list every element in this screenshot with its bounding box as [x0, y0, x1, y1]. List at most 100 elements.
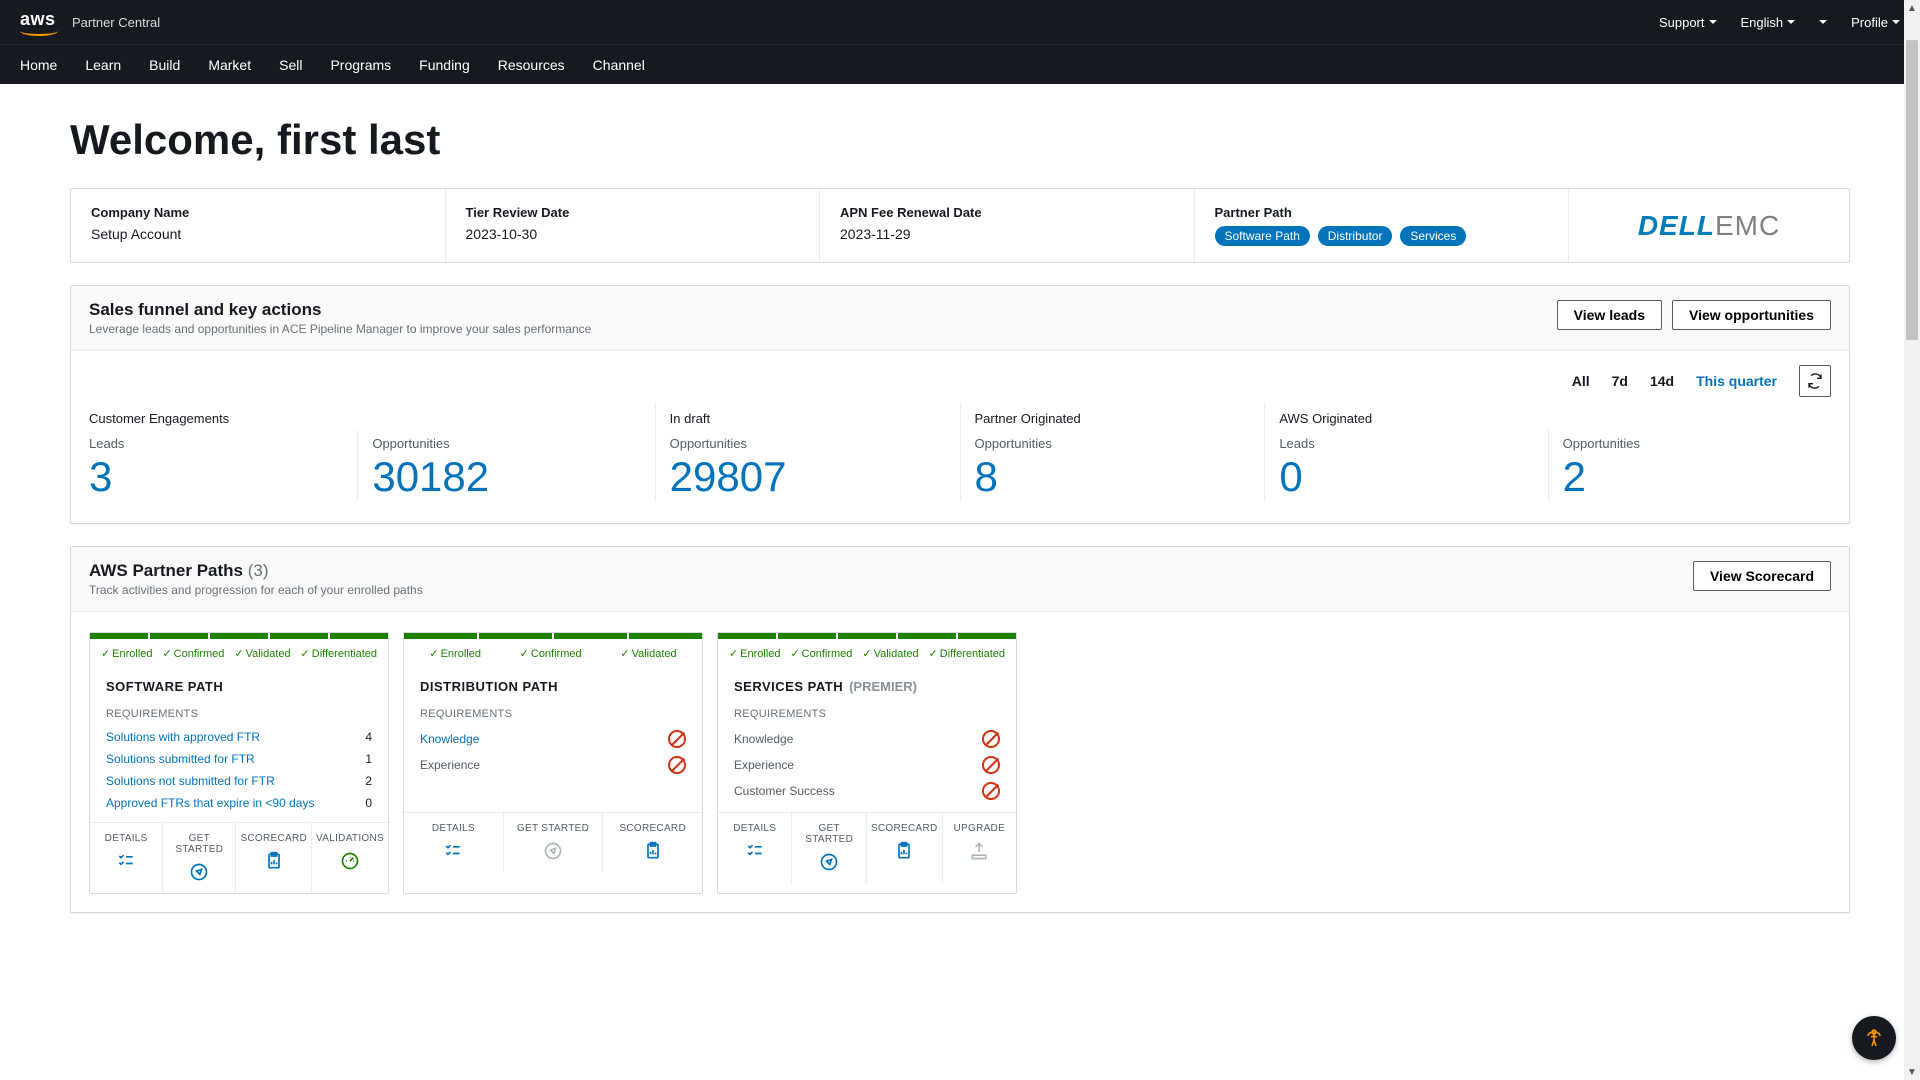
- scroll-up-arrow-icon[interactable]: ▲: [1904, 0, 1920, 16]
- pf-details[interactable]: DETAILS: [718, 813, 792, 883]
- req-row: Solutions not submitted for FTR2: [106, 770, 372, 792]
- nav-programs[interactable]: Programs: [330, 57, 391, 73]
- stat-customer-leads[interactable]: 3: [89, 453, 343, 501]
- badge-distributor[interactable]: Distributor: [1318, 226, 1393, 246]
- partner-company-logo: DELLEMC: [1638, 210, 1780, 242]
- stage-label: Validated: [246, 648, 291, 660]
- nav-home[interactable]: Home: [20, 57, 57, 73]
- support-menu[interactable]: Support: [1659, 15, 1717, 30]
- requirements-label: REQUIREMENTS: [90, 698, 388, 726]
- paths-title-text: AWS Partner Paths: [89, 561, 243, 580]
- req-row: Experience: [420, 752, 686, 778]
- check-icon: ✓: [234, 647, 243, 660]
- nav-resources[interactable]: Resources: [498, 57, 565, 73]
- check-icon: ✓: [101, 647, 110, 660]
- stage-label: Validated: [632, 648, 677, 660]
- clipboard-chart-icon: [894, 841, 914, 861]
- badge-services[interactable]: Services: [1400, 226, 1466, 246]
- aws-logo[interactable]: aws: [20, 9, 58, 36]
- req-row: Approved FTRs that expire in <90 days 0: [106, 792, 372, 814]
- pf-scorecard[interactable]: SCORECARD: [236, 823, 312, 893]
- progress-bar: [718, 633, 1016, 639]
- stat-partner-opps[interactable]: 8: [975, 453, 1237, 501]
- stat-customer-opps[interactable]: 30182: [372, 453, 626, 501]
- req-text: Experience: [734, 758, 794, 772]
- tier-review-label: Tier Review Date: [466, 205, 800, 220]
- stage-differentiated: ✓Differentiated: [301, 647, 377, 660]
- stage-validated: ✓Validated: [862, 647, 918, 660]
- emc-logo-text: EMC: [1715, 210, 1780, 241]
- funnel-subtitle: Leverage leads and opportunities in ACE …: [89, 322, 591, 336]
- nav-market[interactable]: Market: [208, 57, 251, 73]
- refresh-button[interactable]: [1799, 365, 1831, 397]
- req-row: Knowledge: [420, 726, 686, 752]
- stat-draft-opps[interactable]: 29807: [670, 453, 932, 501]
- badge-software-path[interactable]: Software Path: [1215, 226, 1310, 246]
- help-fab-button[interactable]: [1852, 1016, 1896, 1060]
- funnel-title: Sales funnel and key actions: [89, 300, 591, 320]
- tier-review-value: 2023-10-30: [466, 226, 800, 242]
- forbidden-icon: [668, 730, 686, 748]
- pf-get-started[interactable]: GET STARTED: [163, 823, 236, 893]
- req-link[interactable]: Approved FTRs that expire in <90 days: [106, 796, 314, 810]
- stage-label: Differentiated: [312, 648, 377, 660]
- path-card-distribution: ✓Enrolled ✓Confirmed ✓Validated DISTRIBU…: [403, 632, 703, 894]
- vertical-scrollbar[interactable]: ▲ ▼: [1904, 0, 1920, 1080]
- check-icon: ✓: [862, 647, 871, 660]
- nav-sell[interactable]: Sell: [279, 57, 302, 73]
- req-link[interactable]: Knowledge: [420, 732, 479, 746]
- stat-aws-opps[interactable]: 2: [1563, 453, 1817, 501]
- view-scorecard-button[interactable]: View Scorecard: [1693, 561, 1831, 591]
- fee-renewal-value: 2023-11-29: [840, 226, 1174, 242]
- pf-validations[interactable]: VALIDATIONS: [312, 823, 388, 893]
- stage-label: Confirmed: [531, 648, 582, 660]
- stage-validated: ✓Validated: [620, 647, 676, 660]
- partner-path-label: Partner Path: [1215, 205, 1549, 220]
- req-link[interactable]: Solutions with approved FTR: [106, 730, 260, 744]
- req-link[interactable]: Solutions not submitted for FTR: [106, 774, 275, 788]
- stage-label: Differentiated: [940, 648, 1005, 660]
- upload-icon: [969, 841, 989, 861]
- stage-validated: ✓Validated: [234, 647, 290, 660]
- stat-label-aws-opps: Opportunities: [1563, 436, 1817, 451]
- stage-label: Confirmed: [174, 648, 225, 660]
- nav-build[interactable]: Build: [149, 57, 180, 73]
- nav-learn[interactable]: Learn: [85, 57, 121, 73]
- nav-funding[interactable]: Funding: [419, 57, 470, 73]
- view-opportunities-button[interactable]: View opportunities: [1672, 300, 1831, 330]
- stat-aws-leads[interactable]: 0: [1279, 453, 1533, 501]
- req-value: 0: [365, 796, 372, 810]
- stat-label-leads: Leads: [89, 436, 343, 451]
- filter-14d[interactable]: 14d: [1650, 373, 1674, 389]
- scroll-thumb[interactable]: [1906, 40, 1918, 340]
- filter-all[interactable]: All: [1572, 373, 1590, 389]
- partner-paths-panel: AWS Partner Paths (3) Track activities a…: [70, 546, 1850, 913]
- scroll-down-arrow-icon[interactable]: ▼: [1904, 1064, 1920, 1080]
- pf-label: UPGRADE: [947, 823, 1012, 834]
- stat-label-aws-leads: Leads: [1279, 436, 1533, 451]
- pf-label: GET STARTED: [167, 833, 231, 855]
- pf-scorecard[interactable]: SCORECARD: [867, 813, 943, 883]
- extra-menu[interactable]: [1819, 20, 1827, 24]
- view-leads-button[interactable]: View leads: [1557, 300, 1662, 330]
- pf-details[interactable]: DETAILS: [404, 813, 504, 872]
- clipboard-chart-icon: [643, 841, 663, 861]
- paths-title: AWS Partner Paths (3): [89, 561, 423, 581]
- pf-details[interactable]: DETAILS: [90, 823, 163, 893]
- req-link[interactable]: Solutions submitted for FTR: [106, 752, 255, 766]
- filter-this-quarter[interactable]: This quarter: [1696, 373, 1777, 389]
- check-icon: ✓: [929, 647, 938, 660]
- pf-get-started[interactable]: GET STARTED: [792, 813, 866, 883]
- group-aws-originated: AWS Originated: [1279, 403, 1831, 430]
- stage-enrolled: ✓Enrolled: [729, 647, 781, 660]
- account-info-card: Company Name Setup Account Tier Review D…: [70, 188, 1850, 263]
- pf-scorecard[interactable]: SCORECARD: [603, 813, 702, 872]
- language-menu[interactable]: English: [1741, 15, 1796, 30]
- forbidden-icon: [982, 782, 1000, 800]
- stage-differentiated: ✓Differentiated: [929, 647, 1005, 660]
- filter-7d[interactable]: 7d: [1612, 373, 1628, 389]
- nav-channel[interactable]: Channel: [593, 57, 645, 73]
- chevron-down-icon: [1819, 20, 1827, 24]
- profile-menu[interactable]: Profile: [1851, 15, 1900, 30]
- stage-label: Enrolled: [740, 648, 780, 660]
